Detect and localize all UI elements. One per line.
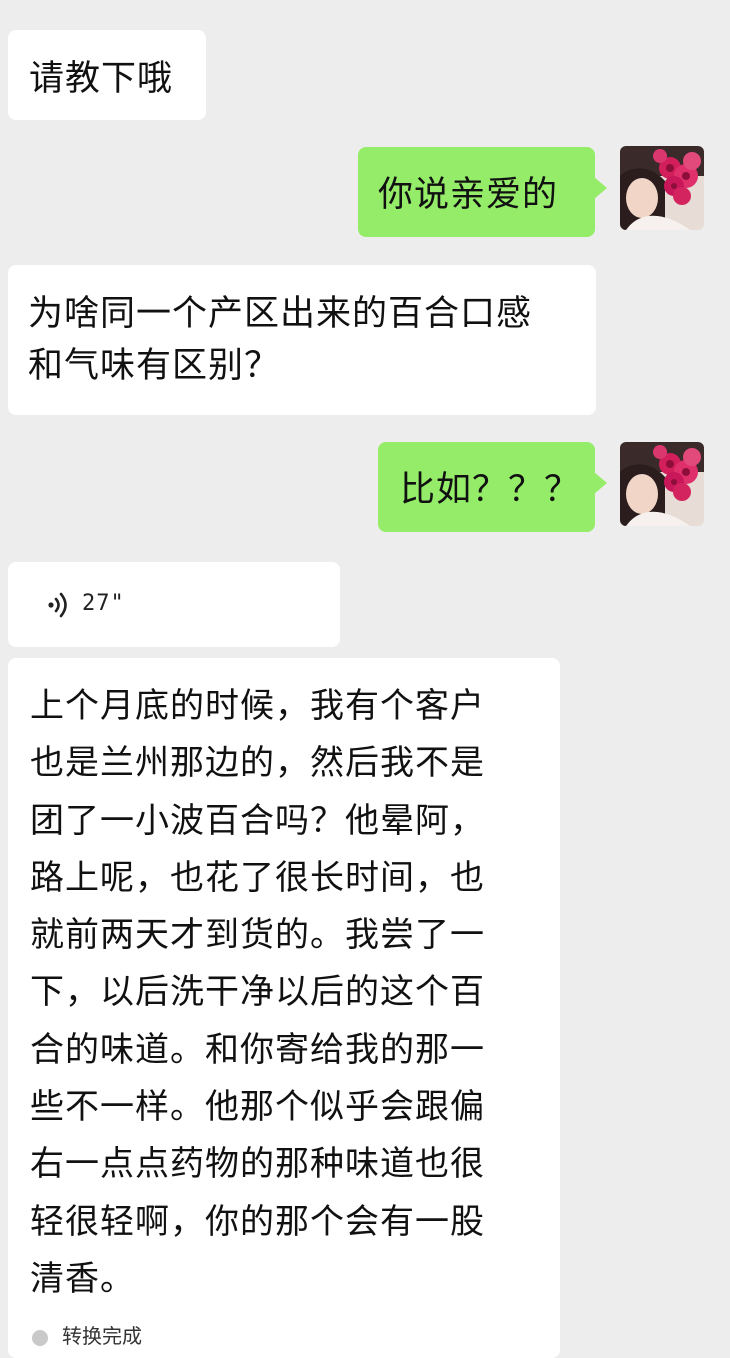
transcription-status: 转换完成 xyxy=(62,1324,142,1348)
voice-message-bubble[interactable]: 27" xyxy=(8,562,340,647)
bubble-tail xyxy=(594,472,607,494)
message-text: 比如？？？ xyxy=(400,470,581,510)
voice-duration: 27" xyxy=(82,591,125,616)
message-bubble-other[interactable]: 为啥同一个产区出来的百合口感 和气味有区别？ xyxy=(8,265,596,415)
message-text: 请教下哦 xyxy=(29,59,174,99)
message-bubble-self[interactable]: 比如？？？ xyxy=(378,442,607,532)
avatar[interactable] xyxy=(620,146,704,230)
voice-wave-icon xyxy=(48,592,67,618)
avatar[interactable] xyxy=(620,442,704,526)
bubble-tail xyxy=(594,177,607,199)
transcript-text: 上个月底的时候，我有个客户 也是兰州那边的，然后我不是 团了一小波百合吗？他晕阿… xyxy=(30,686,485,1299)
transcription-status-icon xyxy=(32,1330,48,1346)
avatar-pink-roses-icon xyxy=(620,146,704,230)
message-bubble-self[interactable]: 你说亲爱的 xyxy=(358,147,607,237)
message-text: 你说亲爱的 xyxy=(378,175,559,215)
message-bubble-other[interactable]: 请教下哦 xyxy=(8,30,206,120)
avatar-pink-roses-icon xyxy=(620,442,704,526)
voice-transcript-bubble[interactable]: 上个月底的时候，我有个客户 也是兰州那边的，然后我不是 团了一小波百合吗？他晕阿… xyxy=(8,658,560,1358)
message-text: 为啥同一个产区出来的百合口感 和气味有区别？ xyxy=(28,294,533,386)
